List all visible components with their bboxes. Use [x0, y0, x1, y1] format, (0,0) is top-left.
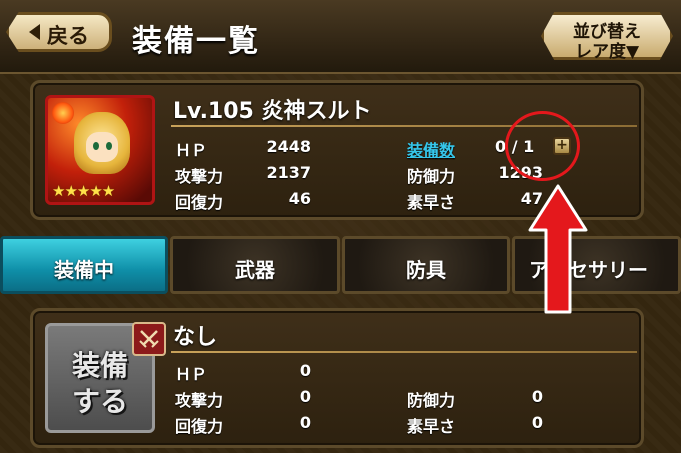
equip-count-link[interactable]: 装備数: [407, 137, 455, 161]
recovery-value: 0: [299, 413, 311, 432]
sword-icon: [132, 322, 166, 356]
tab-armor[interactable]: 防具: [342, 236, 510, 294]
speed-label: 素早さ: [407, 193, 456, 212]
header-bar: 戻る 装備一覧 並び替え レア度▼: [0, 0, 681, 74]
attack-label: 攻撃力: [175, 391, 224, 410]
recovery-label: 回復力: [175, 193, 224, 212]
defense-value: 0: [531, 387, 543, 406]
divider: [171, 351, 637, 353]
character-name: Lv.105 炎神スルト: [173, 99, 372, 124]
equip-slot-button[interactable]: 装備 する: [45, 322, 166, 433]
defense-label: 防御力: [407, 167, 456, 186]
tab-equipped[interactable]: 装備中: [0, 236, 168, 294]
back-arrow-icon: [29, 24, 40, 40]
character-portrait[interactable]: ★★★★★: [45, 95, 155, 205]
rarity-stars-icon: ★★★★★: [52, 182, 115, 200]
attack-value: 0: [299, 387, 311, 406]
hp-label: ＨＰ: [175, 141, 208, 160]
fire-element-icon: [52, 102, 74, 124]
recovery-value: 46: [288, 189, 311, 208]
speed-label: 素早さ: [407, 417, 456, 436]
recovery-label: 回復力: [175, 417, 224, 436]
tab-label: 武器: [235, 258, 275, 282]
hp-value: 0: [299, 361, 311, 380]
hp-label: ＨＰ: [175, 365, 208, 384]
portrait-eye: [106, 142, 112, 150]
equipment-list-screen: 戻る 装備一覧 並び替え レア度▼ ★★★★★ Lv.105 炎神スルト ＨＰ …: [0, 0, 681, 453]
sort-button[interactable]: 並び替え レア度▼: [541, 12, 673, 60]
equipment-name: なし: [173, 325, 218, 350]
tab-label: 装備中: [54, 258, 114, 282]
equip-slot-label: する: [71, 385, 128, 418]
tab-label: 防具: [406, 258, 446, 282]
attack-label: 攻撃力: [175, 167, 224, 186]
tab-weapon[interactable]: 武器: [170, 236, 340, 294]
sort-order-label: レア度▼: [574, 42, 640, 62]
equipment-slot-panel: 装備 する なし ＨＰ 0 攻撃力 0 回復力 0 防御力 0 素早さ 0: [30, 308, 644, 448]
highlight-circle: [505, 111, 580, 181]
hp-value: 2448: [266, 137, 311, 156]
portrait-eye: [93, 142, 99, 150]
attack-value: 2137: [266, 163, 311, 182]
portrait-face: [86, 132, 118, 162]
back-button-label: 戻る: [47, 24, 89, 48]
defense-label: 防御力: [407, 391, 456, 410]
speed-value: 0: [531, 413, 543, 432]
page-title: 装備一覧: [132, 24, 260, 59]
up-arrow-icon: [528, 184, 588, 314]
back-button[interactable]: 戻る: [6, 12, 112, 52]
